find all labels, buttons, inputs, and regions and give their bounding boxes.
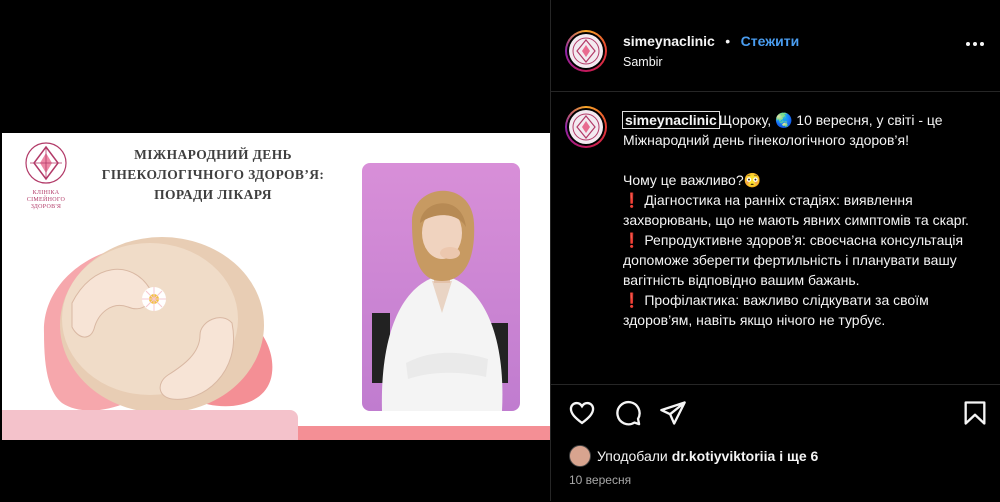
liker-username[interactable]: dr.kotiyviktoriia	[672, 448, 775, 464]
decorative-bar-pink	[2, 410, 298, 440]
comment-icon[interactable]	[614, 399, 642, 427]
post-sidebar: simeynaclinic • Стежити Sambir simeynacl…	[550, 0, 1000, 501]
heart-icon[interactable]	[568, 399, 596, 427]
logo-text-line-2: сімейного здоров'я	[26, 197, 66, 210]
caption-avatar[interactable]	[565, 106, 607, 148]
bookmark-icon[interactable]	[961, 399, 989, 427]
share-icon[interactable]	[659, 399, 687, 427]
location-link[interactable]: Sambir	[623, 55, 663, 69]
caption-line-4: ❗️ Діагностика на ранніх стадіях: виявле…	[623, 192, 969, 228]
likes-prefix: Уподобали	[597, 448, 668, 464]
post-header: simeynaclinic • Стежити Sambir	[551, 0, 1000, 92]
avatar-image	[569, 34, 603, 68]
belly-hands-illustration	[43, 237, 273, 413]
avatar-image	[569, 110, 603, 144]
clinic-logo-icon	[572, 37, 600, 65]
follow-button[interactable]: Стежити	[741, 33, 800, 49]
post-media-area: Клініка сімейного здоров'я МІЖНАРОДНИЙ Д…	[0, 0, 550, 501]
caption-text: simeynaclinic Щороку, 🌏 10 вересня, у сві…	[622, 110, 975, 330]
likes-others[interactable]: і ще 6	[779, 448, 818, 464]
decorative-bar-coral	[298, 426, 550, 440]
headline-line-1: МІЖНАРОДНИЙ ДЕНЬ	[134, 147, 292, 162]
profile-avatar[interactable]	[565, 30, 607, 72]
likes-summary: Уподобали dr.kotiyviktoriia і ще 6	[569, 445, 818, 467]
more-horizontal-icon[interactable]	[963, 32, 987, 56]
clinic-logo-icon	[25, 142, 67, 184]
post-headline: МІЖНАРОДНИЙ ДЕНЬ ГІНЕКОЛОГІЧНОГО ЗДОРОВ’…	[98, 145, 328, 205]
doctor-photo	[362, 163, 520, 411]
caption-line-3: Чому це важливо?😳	[623, 172, 762, 188]
post-actions: Уподобали dr.kotiyviktoriia і ще 6 10 ве…	[551, 384, 1000, 502]
caption-line: simeynaclinic Щороку, 🌏 10 вересня, у сві…	[622, 110, 975, 150]
caption-line-5: ❗️ Репродуктивне здоров’я: своєчасна кон…	[623, 232, 964, 288]
headline-line-2: ГІНЕКОЛОГІЧНОГО ЗДОРОВ’Я:	[101, 167, 325, 182]
post-image[interactable]: Клініка сімейного здоров'я МІЖНАРОДНИЙ Д…	[2, 133, 550, 440]
header-text: simeynaclinic • Стежити	[623, 33, 799, 51]
caption-line-6: ❗️ Профілактика: важливо слідкувати за с…	[623, 292, 929, 328]
separator-dot: •	[725, 33, 731, 49]
caption-username[interactable]: simeynaclinic	[622, 111, 720, 129]
logo-text-line-1: Клініка	[32, 190, 60, 196]
post-caption: simeynaclinic Щороку, 🌏 10 вересня, у сві…	[551, 92, 1000, 383]
caption-line-2	[623, 150, 975, 170]
clinic-logo: Клініка сімейного здоров'я	[16, 141, 76, 211]
post-date[interactable]: 10 вересня	[569, 473, 631, 487]
clinic-logo-icon	[572, 113, 600, 141]
liker-avatar[interactable]	[569, 445, 591, 467]
headline-line-3: ПОРАДИ ЛІКАРЯ	[154, 187, 272, 202]
header-username[interactable]: simeynaclinic	[623, 33, 715, 49]
